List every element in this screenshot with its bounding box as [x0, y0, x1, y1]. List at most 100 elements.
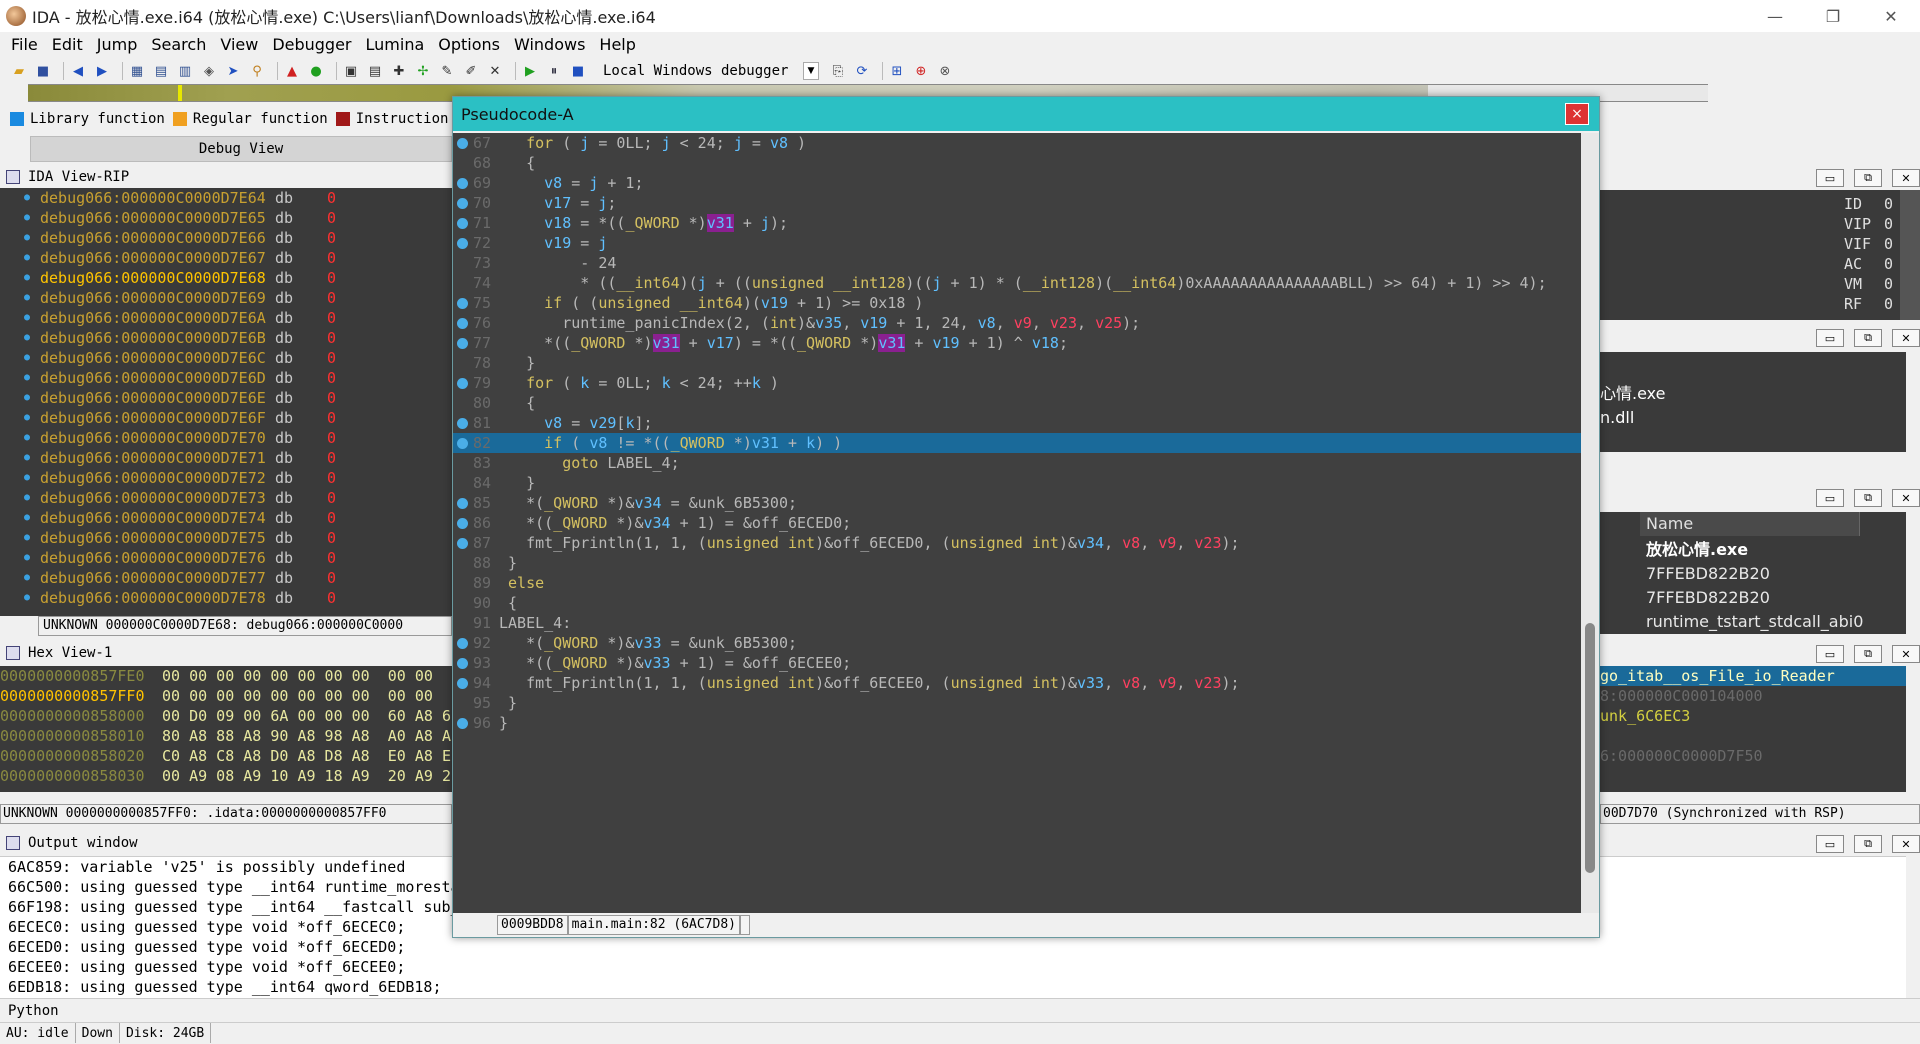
flag-row[interactable]: VM 0	[1844, 274, 1900, 294]
flag-value[interactable]: 0	[1884, 214, 1893, 234]
thread-row[interactable]: 7FFEBD822B20	[1646, 586, 1863, 610]
ida-view-row[interactable]: ● debug066:000000C0000D7E72 db 0	[0, 468, 452, 488]
code-line[interactable]: 75 if ( (unsigned __int64)(v19 + 1) >= 0…	[453, 293, 1581, 313]
ida-view-row[interactable]: ● debug066:000000C0000D7E64 db 0	[0, 188, 452, 208]
hex-view-header[interactable]: Hex View-1	[0, 642, 452, 664]
ida-address[interactable]: debug066:000000C0000D7E6B	[40, 328, 275, 348]
save-icon[interactable]: ■	[34, 62, 52, 80]
ida-address[interactable]: debug066:000000C0000D7E64	[40, 188, 275, 208]
ida-address[interactable]: debug066:000000C0000D7E6D	[40, 368, 275, 388]
flag-row[interactable]: VIF 0	[1844, 234, 1900, 254]
breakpoint-dot[interactable]	[453, 673, 471, 693]
hex-bytes[interactable]: 80 A8 88 A8 90 A8 98 A8 A0 A8 A	[162, 726, 451, 746]
hex-icon[interactable]: ▣	[342, 62, 360, 80]
ida-view-row[interactable]: ● debug066:000000C0000D7E74 db 0	[0, 508, 452, 528]
panel-restore-icon[interactable]: ▭	[1816, 489, 1844, 507]
plus-icon[interactable]: ✢	[414, 62, 432, 80]
ida-view-header[interactable]: IDA View-RIP	[0, 166, 452, 188]
panel-restore-icon[interactable]: ▭	[1816, 329, 1844, 347]
hex-bytes[interactable]: 00 A9 08 A9 10 A9 18 A9 20 A9 2	[162, 766, 451, 786]
hex-bytes[interactable]: 00 00 00 00 00 00 00 00 00 00	[162, 686, 433, 706]
attach-icon[interactable]: ⎘	[829, 62, 847, 80]
breakpoint-dot[interactable]	[453, 413, 471, 433]
ida-view-row[interactable]: ● debug066:000000C0000D7E65 db 0	[0, 208, 452, 228]
flag-row[interactable]: VIP 0	[1844, 214, 1900, 234]
code-line[interactable]: 80 {	[453, 393, 1581, 413]
breakpoint-dot[interactable]	[453, 293, 471, 313]
hex-row[interactable]: 0000000000857FE0 00 00 00 00 00 00 00 00 …	[0, 666, 452, 686]
panel-close-icon[interactable]: ✕	[1892, 329, 1920, 347]
hex-row[interactable]: 0000000000858010 80 A8 88 A8 90 A8 98 A8 …	[0, 726, 452, 746]
search-icon[interactable]: ⚲	[248, 62, 266, 80]
ida-address[interactable]: debug066:000000C0000D7E73	[40, 488, 275, 508]
panel-float-icon[interactable]: ⧉	[1854, 169, 1882, 187]
code-line[interactable]: 95 }	[453, 693, 1581, 713]
code-line[interactable]: 83 goto LABEL_4;	[453, 453, 1581, 473]
ida-view-row[interactable]: ● debug066:000000C0000D7E69 db 0	[0, 288, 452, 308]
pin-icon[interactable]: ✎	[438, 62, 456, 80]
stack-row[interactable]: 6:000000C0000D7F50	[1600, 746, 1906, 766]
list-icon[interactable]: ▤	[366, 62, 384, 80]
ida-address[interactable]: debug066:000000C0000D7E6C	[40, 348, 275, 368]
open-folder-icon[interactable]: ▰	[10, 62, 28, 80]
breakpoint-dot[interactable]	[453, 213, 471, 233]
forward-arrow-icon[interactable]: ▶	[93, 62, 111, 80]
thread-row[interactable]: 7FFEBD822B20	[1646, 562, 1863, 586]
code-line[interactable]: 94 fmt_Fprintln(1, 1, (unsigned int)&off…	[453, 673, 1581, 693]
code-line[interactable]: 91 LABEL_4:	[453, 613, 1581, 633]
code-line[interactable]: 81 v8 = v29[k];	[453, 413, 1581, 433]
breakpoint-dot[interactable]	[453, 233, 471, 253]
ida-view-row[interactable]: ● debug066:000000C0000D7E6E db 0	[0, 388, 452, 408]
chevron-down-icon[interactable]: ▼	[803, 62, 819, 80]
module-row[interactable]: n.dll	[1600, 406, 1906, 430]
flag-value[interactable]: 0	[1884, 294, 1893, 314]
thread-row[interactable]: runtime_tstart_stdcall_abi0	[1646, 610, 1863, 634]
ida-address[interactable]: debug066:000000C0000D7E76	[40, 548, 275, 568]
breakpoint-dot[interactable]	[453, 313, 471, 333]
panel-float-icon[interactable]: ⧉	[1854, 329, 1882, 347]
ida-address[interactable]: debug066:000000C0000D7E6A	[40, 308, 275, 328]
close-icon[interactable]: ×	[1565, 103, 1589, 125]
breakpoint-dot[interactable]	[453, 513, 471, 533]
minimize-button[interactable]: —	[1746, 0, 1804, 32]
pseudocode-code-area[interactable]: 67 for ( j = 0LL; j < 24; j = v8 ) 68 { …	[453, 133, 1581, 913]
menu-jump[interactable]: Jump	[90, 32, 145, 58]
stop-icon[interactable]: ■	[569, 62, 587, 80]
ida-view-row[interactable]: ● debug066:000000C0000D7E70 db 0	[0, 428, 452, 448]
ida-address[interactable]: debug066:000000C0000D7E67	[40, 248, 275, 268]
ida-view-row[interactable]: ● debug066:000000C0000D7E6C db 0	[0, 348, 452, 368]
flags-scrollbar[interactable]	[1900, 190, 1920, 320]
code-line[interactable]: 78 }	[453, 353, 1581, 373]
ida-address[interactable]: debug066:000000C0000D7E68	[40, 268, 275, 288]
code-line[interactable]: 73 - 24	[453, 253, 1581, 273]
breakpoint-dot[interactable]	[453, 713, 471, 733]
maximize-button[interactable]: ❐	[1804, 0, 1862, 32]
menu-edit[interactable]: Edit	[45, 32, 90, 58]
pseudocode-scrollbar[interactable]	[1581, 133, 1599, 913]
code-line[interactable]: 90 {	[453, 593, 1581, 613]
stack-row[interactable]: unk_6C6EC3	[1600, 706, 1906, 726]
hex-row[interactable]: 0000000000858030 00 A9 08 A9 10 A9 18 A9 …	[0, 766, 452, 786]
ida-address[interactable]: debug066:000000C0000D7E70	[40, 428, 275, 448]
hex-bytes[interactable]: 00 00 00 00 00 00 00 00 00 00	[162, 666, 433, 686]
breakpoint-dot[interactable]	[453, 533, 471, 553]
thread-row[interactable]: 放松心情.exe	[1646, 538, 1863, 562]
menu-lumina[interactable]: Lumina	[359, 32, 432, 58]
menu-debugger[interactable]: Debugger	[265, 32, 358, 58]
panel-close-icon[interactable]: ✕	[1892, 489, 1920, 507]
flag-value[interactable]: 0	[1884, 194, 1893, 214]
menu-search[interactable]: Search	[144, 32, 213, 58]
menu-options[interactable]: Options	[431, 32, 507, 58]
breakpoint-dot[interactable]	[453, 193, 471, 213]
hex-row[interactable]: 0000000000857FF0 00 00 00 00 00 00 00 00 …	[0, 686, 452, 706]
run-icon[interactable]: ▶	[521, 62, 539, 80]
breakpoint-dot[interactable]	[453, 493, 471, 513]
code-line-current[interactable]: 82 if ( v8 != *((_QWORD *)v31 + k) )	[453, 433, 1581, 453]
code-line[interactable]: 87 fmt_Fprintln(1, 1, (unsigned int)&off…	[453, 533, 1581, 553]
breakpoint-dot[interactable]	[453, 633, 471, 653]
ida-address[interactable]: debug066:000000C0000D7E66	[40, 228, 275, 248]
hex-address[interactable]: 0000000000858010	[0, 726, 162, 746]
modules-panel[interactable]: 心情.exe n.dll	[1600, 352, 1906, 452]
menu-windows[interactable]: Windows	[507, 32, 592, 58]
ida-view-row[interactable]: ● debug066:000000C0000D7E73 db 0	[0, 488, 452, 508]
